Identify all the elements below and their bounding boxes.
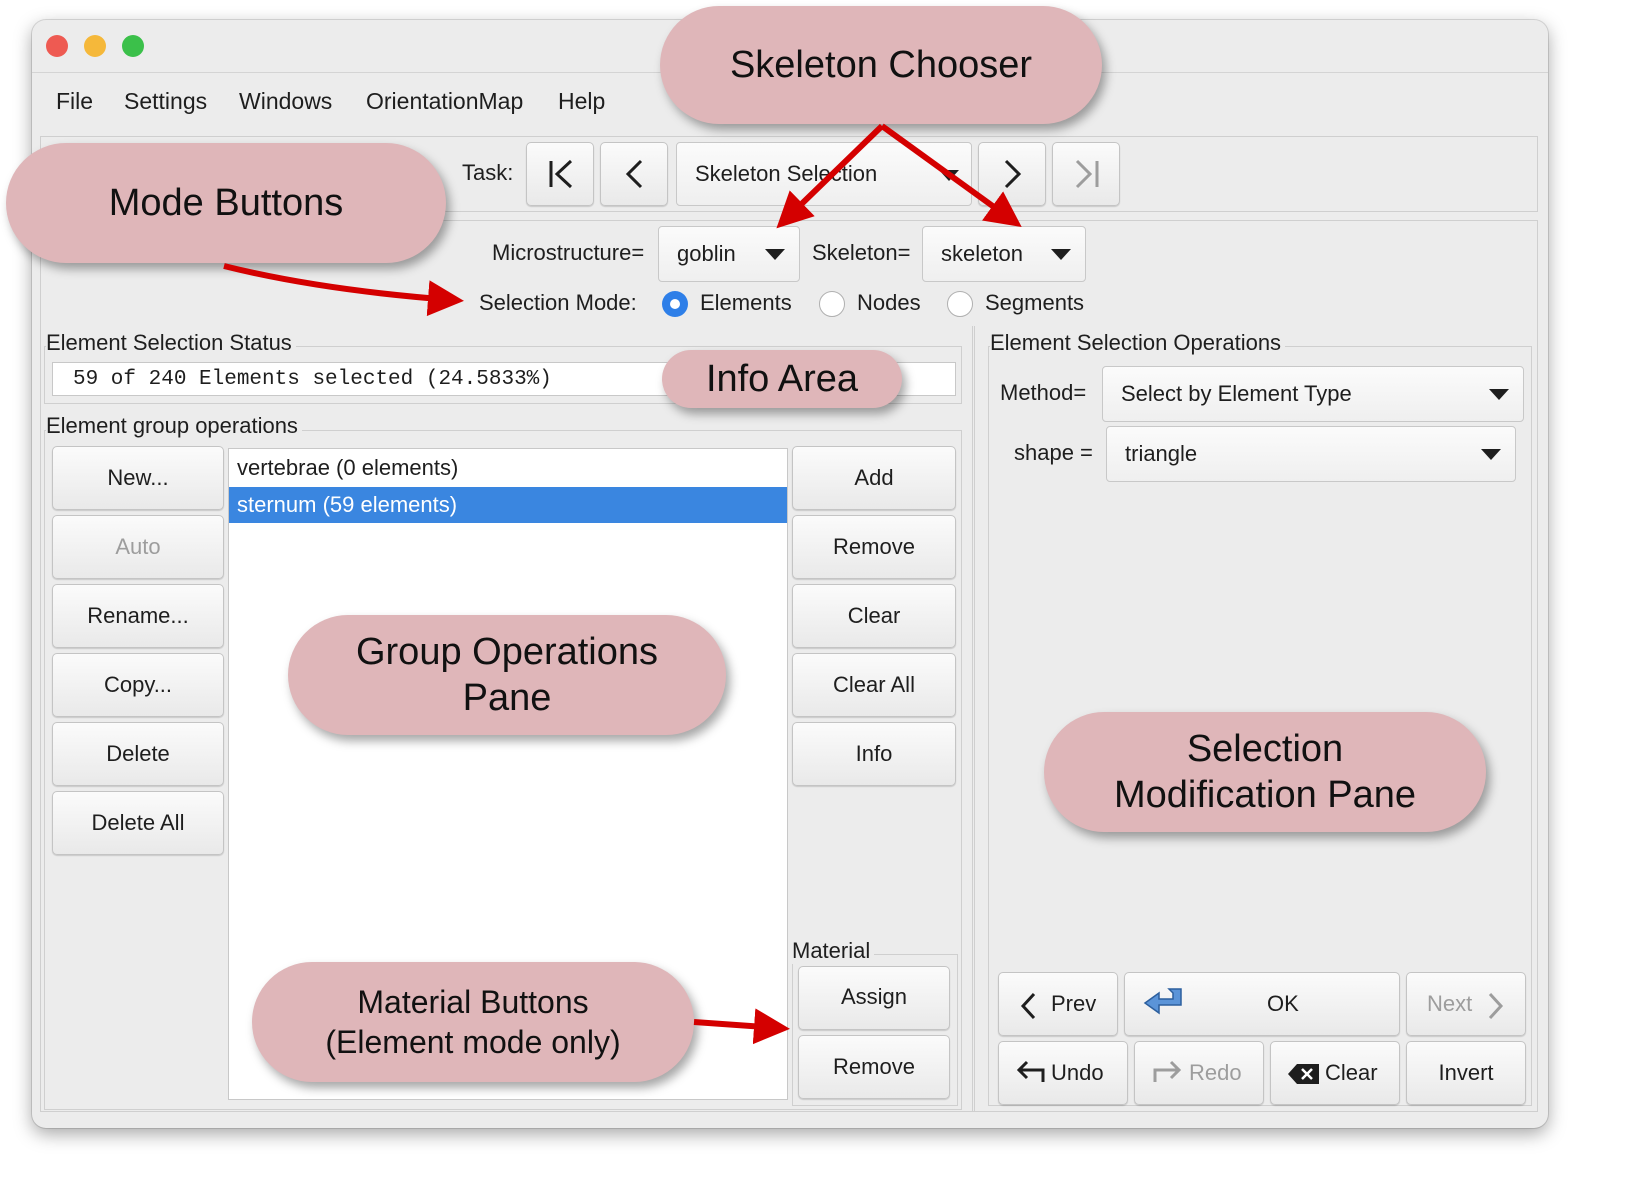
arrow-to-microstructure	[776, 123, 885, 229]
annotation-arrows	[223, 123, 1022, 1045]
arrow-to-material-buttons	[693, 1008, 790, 1045]
arrow-to-skeleton	[880, 123, 1022, 228]
arrow-to-selection-mode	[223, 263, 464, 317]
